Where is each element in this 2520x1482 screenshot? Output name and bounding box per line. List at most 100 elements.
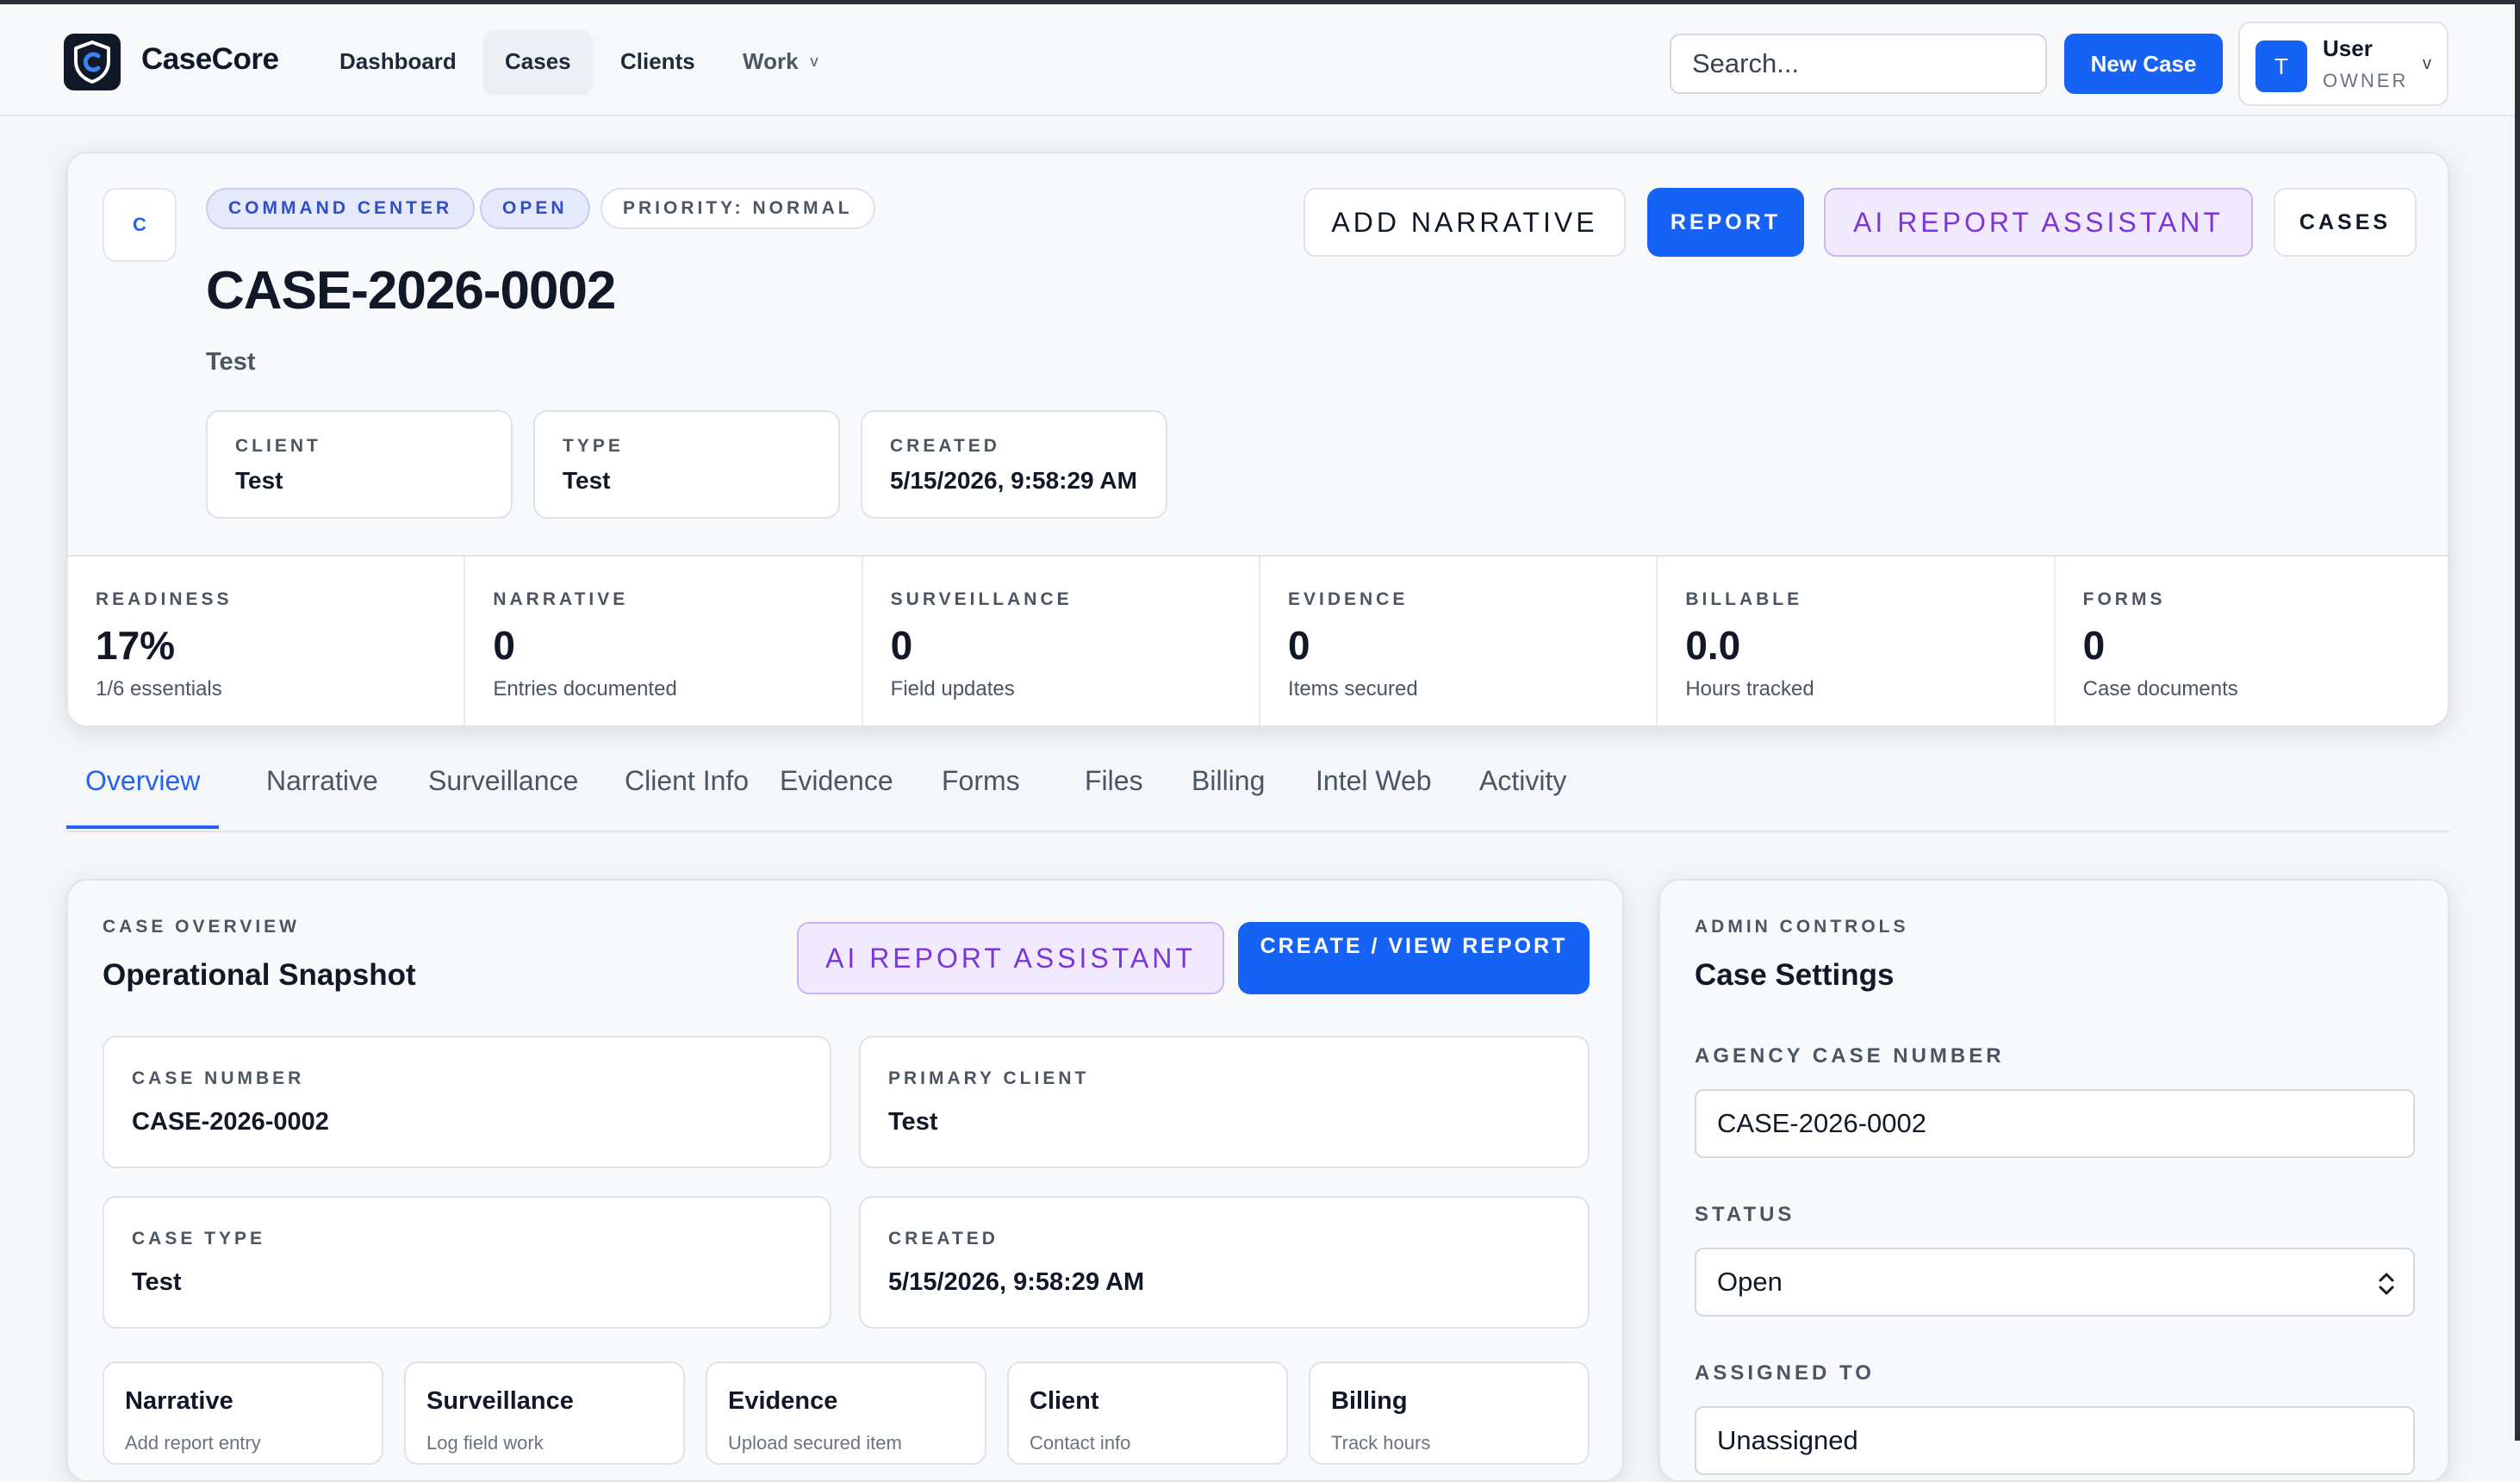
nav-work-dropdown[interactable]: Work v (722, 30, 839, 92)
casecore-logo-icon[interactable] (64, 34, 121, 90)
case-type-field: CASE TYPE Test (103, 1196, 831, 1329)
stat-readiness: READINESS 17% 1/6 essentials (68, 557, 466, 725)
field-value: Test (888, 1108, 938, 1136)
quick-action-desc: Add report entry (125, 1432, 261, 1454)
field-label: CASE TYPE (132, 1229, 266, 1248)
tab-evidence[interactable]: Evidence (761, 765, 912, 829)
stat-note: Items secured (1287, 677, 1418, 701)
agency-case-number-label: AGENCY CASE NUMBER (1695, 1044, 2005, 1068)
status-label: STATUS (1695, 1203, 1795, 1226)
search-input[interactable] (1670, 34, 2047, 94)
chevron-down-icon: v (2423, 54, 2431, 73)
created-field: CREATED 5/15/2026, 9:58:29 AM (859, 1196, 1590, 1329)
tab-surveillance[interactable]: Surveillance (409, 765, 597, 829)
status-badge: OPEN (480, 188, 590, 229)
nav-cases-label: Cases (505, 47, 571, 74)
created-info-box: CREATED 5/15/2026, 9:58:29 AM (861, 410, 1167, 519)
field-label: CREATED (888, 1229, 999, 1248)
primary-client-field: PRIMARY CLIENT Test (859, 1036, 1590, 1168)
tab-forms[interactable]: Forms (923, 765, 1039, 829)
ai-report-assistant-button[interactable]: AI REPORT ASSISTANT (1824, 188, 2253, 257)
stat-value: 0 (2082, 623, 2106, 668)
assigned-to-value: Unassigned (1717, 1425, 1858, 1455)
ai-report-assistant-button[interactable]: AI REPORT ASSISTANT (797, 922, 1224, 994)
command-center-pill: COMMAND CENTER (206, 188, 476, 229)
quick-action-title: Narrative (125, 1387, 233, 1415)
quick-action-desc: Upload secured item (728, 1432, 902, 1454)
client-value: Test (235, 467, 283, 494)
new-case-button[interactable]: New Case (2064, 34, 2223, 94)
stat-label: BILLABLE (1685, 589, 1803, 609)
create-view-report-button[interactable]: CREATE / VIEW REPORT (1238, 922, 1590, 994)
stat-note: Hours tracked (1685, 677, 1814, 701)
tab-activity[interactable]: Activity (1460, 765, 1585, 829)
tab-narrative[interactable]: Narrative (247, 765, 397, 829)
user-name: User (2323, 35, 2373, 61)
field-label: CASE NUMBER (132, 1068, 305, 1088)
field-value: Test (132, 1268, 182, 1296)
stat-label: EVIDENCE (1287, 589, 1409, 609)
window-right-edge (2515, 0, 2520, 1441)
created-label: CREATED (890, 436, 1000, 456)
cases-button[interactable]: CASES (2274, 188, 2417, 257)
tab-intel-web[interactable]: Intel Web (1297, 765, 1451, 829)
tab-client-info[interactable]: Client Info (606, 765, 768, 829)
type-info-box: TYPE Test (533, 410, 840, 519)
case-badge: C (103, 188, 177, 262)
stat-value: 17% (96, 623, 176, 668)
status-select-value: Open (1717, 1267, 1783, 1297)
report-button[interactable]: REPORT (1647, 188, 1804, 257)
type-label: TYPE (563, 436, 624, 456)
nav-clients[interactable]: Clients (600, 30, 716, 92)
stat-evidence: EVIDENCE 0 Items secured (1260, 557, 1658, 725)
nav-dashboard-label: Dashboard (339, 47, 457, 74)
stat-label: SURVEILLANCE (890, 589, 1073, 609)
app-header: CaseCore Dashboard Cases Clients Work v … (0, 4, 2515, 116)
avatar: T (2256, 40, 2307, 92)
priority-badge: PRIORITY: NORMAL (600, 188, 875, 229)
field-value: 5/15/2026, 9:58:29 AM (888, 1268, 1145, 1296)
quick-action-narrative[interactable]: Narrative Add report entry (103, 1361, 383, 1465)
case-tabs: Overview Narrative Surveillance Client I… (66, 741, 2449, 832)
client-label: CLIENT (235, 436, 321, 456)
nav-dashboard[interactable]: Dashboard (319, 30, 477, 92)
status-select[interactable]: Open (1695, 1248, 2415, 1317)
quick-action-title: Surveillance (426, 1387, 574, 1415)
stat-forms: FORMS 0 Case documents (2056, 557, 2448, 725)
quick-action-billing[interactable]: Billing Track hours (1309, 1361, 1590, 1465)
tab-billing[interactable]: Billing (1173, 765, 1284, 829)
nav-cases[interactable]: Cases (484, 30, 592, 92)
agency-case-number-input[interactable]: CASE-2026-0002 (1695, 1089, 2415, 1158)
quick-action-evidence[interactable]: Evidence Upload secured item (706, 1361, 986, 1465)
assigned-to-select[interactable]: Unassigned (1695, 1406, 2415, 1475)
stat-value: 0 (1287, 623, 1310, 668)
admin-title: Case Settings (1695, 958, 1895, 992)
tab-files[interactable]: Files (1066, 765, 1162, 829)
quick-action-desc: Log field work (426, 1432, 544, 1454)
stat-note: 1/6 essentials (96, 677, 222, 701)
quick-action-desc: Track hours (1331, 1432, 1431, 1454)
case-stats-row: READINESS 17% 1/6 essentials NARRATIVE 0… (68, 555, 2448, 725)
stat-value: 0 (890, 623, 913, 668)
stat-note: Entries documented (493, 677, 677, 701)
case-number-field: CASE NUMBER CASE-2026-0002 (103, 1036, 831, 1168)
page-title: CASE-2026-0002 (206, 261, 616, 321)
quick-action-surveillance[interactable]: Surveillance Log field work (404, 1361, 685, 1465)
nav-work-label: Work (743, 47, 799, 74)
add-narrative-button[interactable]: ADD NARRATIVE (1304, 188, 1626, 257)
stat-note: Field updates (890, 677, 1015, 701)
tab-overview[interactable]: Overview (66, 765, 220, 829)
stat-billable: BILLABLE 0.0 Hours tracked (1658, 557, 2056, 725)
stat-surveillance: SURVEILLANCE 0 Field updates (863, 557, 1260, 725)
stat-value: 0.0 (1685, 623, 1741, 668)
field-value: CASE-2026-0002 (132, 1108, 329, 1136)
user-menu[interactable]: T User OWNER v (2238, 22, 2448, 106)
overview-eyebrow: CASE OVERVIEW (103, 917, 300, 937)
case-settings-card: ADMIN CONTROLS Case Settings AGENCY CASE… (1658, 879, 2449, 1482)
brand-name: CaseCore (141, 42, 279, 76)
quick-action-client[interactable]: Client Contact info (1007, 1361, 1288, 1465)
case-overview-card: CASE OVERVIEW Operational Snapshot AI RE… (66, 879, 1624, 1482)
quick-action-title: Client (1030, 1387, 1099, 1415)
type-value: Test (563, 467, 611, 494)
stat-narrative: NARRATIVE 0 Entries documented (465, 557, 863, 725)
